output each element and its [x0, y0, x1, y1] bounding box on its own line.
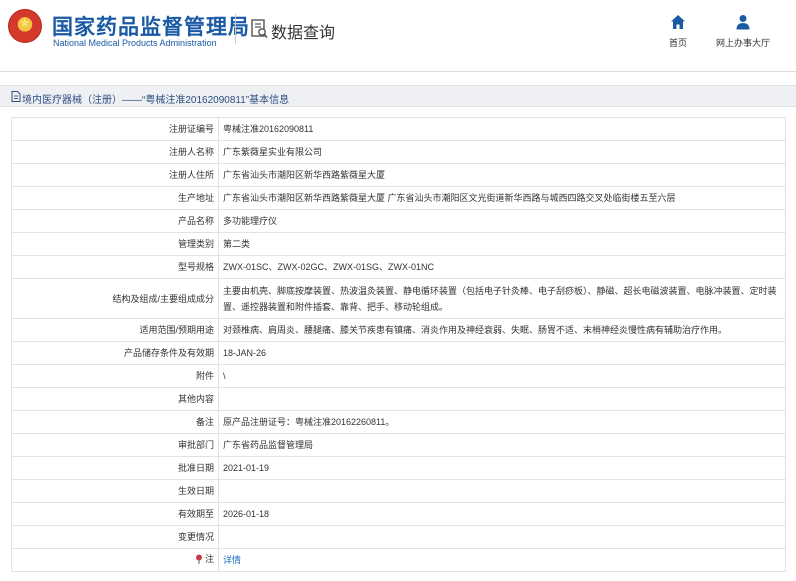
table-row: 管理类别 第二类 — [11, 232, 786, 256]
breadcrumb-text: 境内医疗器械（注册）——“粤械注准20162090811”基本信息 — [22, 95, 290, 106]
table-row: 产品储存条件及有效期 18-JAN-26 — [11, 341, 786, 365]
row-label: 有效期至 — [11, 502, 219, 526]
row-label: 适用范围/预期用途 — [11, 318, 219, 342]
row-value: 2021-01-19 — [218, 456, 786, 480]
table-row: 有效期至 2026-01-18 — [11, 502, 786, 526]
table-row: 注册人住所 广东省汕头市潮阳区新华西路紫薇星大厦 — [11, 163, 786, 187]
national-emblem-logo[interactable] — [8, 9, 42, 43]
row-value: 原产品注册证号：粤械注准20162260811。 — [218, 410, 786, 434]
row-label: 批准日期 — [11, 456, 219, 480]
site-header: 国家药品监督管理局 National Medical Products Admi… — [0, 0, 796, 62]
row-value: 2026-01-18 — [218, 502, 786, 526]
table-row: 生效日期 — [11, 479, 786, 503]
row-value: 广东省药品监督管理局 — [218, 433, 786, 457]
row-label: 备注 — [11, 410, 219, 434]
note-label-text: 注 — [204, 554, 214, 564]
header-rule — [0, 71, 796, 72]
row-value — [218, 525, 786, 549]
row-label: 生产地址 — [11, 186, 219, 210]
table-row: 附件 \ — [11, 364, 786, 388]
row-label: 审批部门 — [11, 433, 219, 457]
row-label: 产品储存条件及有效期 — [11, 341, 219, 365]
note-row-label: 注 — [11, 548, 219, 572]
row-value: 粤械注准20162090811 — [218, 117, 786, 141]
data-query-icon — [251, 19, 268, 39]
table-row: 审批部门 广东省药品监督管理局 — [11, 433, 786, 457]
table-row: 备注 原产品注册证号：粤械注准20162260811。 — [11, 410, 786, 434]
row-label: 注册人住所 — [11, 163, 219, 187]
device-info-table: 注册证编号 粤械注准20162090811 注册人名称 广东紫薇星实业有限公司 … — [11, 117, 786, 572]
row-value: 18-JAN-26 — [218, 341, 786, 365]
table-row: 适用范围/预期用途 对颈椎病、肩周炎、腰腿痛、膝关节疾患有镇痛、消炎作用及神经衰… — [11, 318, 786, 342]
nav-online-office[interactable]: 网上办事大厅 — [708, 14, 778, 49]
row-value: 多功能理疗仪 — [218, 209, 786, 233]
site-title-en: National Medical Products Administration — [53, 38, 217, 48]
row-label: 生效日期 — [11, 479, 219, 503]
row-value: ZWX-01SC、ZWX-02GC、ZWX-01SG、ZWX-01NC — [218, 255, 786, 279]
row-label: 注册证编号 — [11, 117, 219, 141]
row-label: 注册人名称 — [11, 140, 219, 164]
details-link[interactable]: 详情 — [223, 555, 241, 565]
row-value: 对颈椎病、肩周炎、腰腿痛、膝关节疾患有镇痛、消炎作用及神经衰弱、失眠、肠胃不适、… — [218, 318, 786, 342]
row-value: \ — [218, 364, 786, 388]
table-row: 型号规格 ZWX-01SC、ZWX-02GC、ZWX-01SG、ZWX-01NC — [11, 255, 786, 279]
document-icon — [11, 91, 21, 102]
row-label: 结构及组成/主要组成成分 — [11, 278, 219, 319]
table-row: 结构及组成/主要组成成分 主要由机壳、脚底按摩装置、热波温灸装置、静电循环装置（… — [11, 278, 786, 319]
breadcrumb: 境内医疗器械（注册）——“粤械注准20162090811”基本信息 — [0, 85, 796, 107]
data-query-title: 数据查询 — [271, 25, 336, 42]
row-value: 第二类 — [218, 232, 786, 256]
row-label: 型号规格 — [11, 255, 219, 279]
row-label: 附件 — [11, 364, 219, 388]
table-row: 其他内容 — [11, 387, 786, 411]
nav-home[interactable]: 首页 — [658, 14, 698, 49]
row-value — [218, 479, 786, 503]
row-label: 变更情况 — [11, 525, 219, 549]
row-label: 其他内容 — [11, 387, 219, 411]
home-icon — [671, 15, 685, 29]
nav-online-office-label: 网上办事大厅 — [715, 38, 770, 48]
row-value: 广东紫薇星实业有限公司 — [218, 140, 786, 164]
pin-icon — [195, 554, 202, 564]
table-row: 注册证编号 粤械注准20162090811 — [11, 117, 786, 141]
table-row: 变更情况 — [11, 525, 786, 549]
table-row: 生产地址 广东省汕头市潮阳区新华西路紫薇星大厦 广东省汕头市潮阳区文光街道新华西… — [11, 186, 786, 210]
header-divider — [235, 14, 236, 44]
row-value — [218, 387, 786, 411]
row-value: 广东省汕头市潮阳区新华西路紫薇星大厦 — [218, 163, 786, 187]
user-icon — [736, 15, 750, 30]
row-value: 广东省汕头市潮阳区新华西路紫薇星大厦 广东省汕头市潮阳区文光街道新华西路与城西四… — [218, 186, 786, 210]
row-value: 主要由机壳、脚底按摩装置、热波温灸装置、静电循环装置（包括电子针灸棒、电子刮痧板… — [218, 278, 786, 319]
table-row: 产品名称 多功能理疗仪 — [11, 209, 786, 233]
site-title-cn[interactable]: 国家药品监督管理局 — [52, 11, 250, 41]
table-row: 注册人名称 广东紫薇星实业有限公司 — [11, 140, 786, 164]
nav-home-label: 首页 — [668, 38, 687, 48]
row-value: 详情 — [218, 548, 786, 572]
row-label: 管理类别 — [11, 232, 219, 256]
table-row: 批准日期 2021-01-19 — [11, 456, 786, 480]
table-row: 注 详情 — [11, 548, 786, 572]
row-label: 产品名称 — [11, 209, 219, 233]
